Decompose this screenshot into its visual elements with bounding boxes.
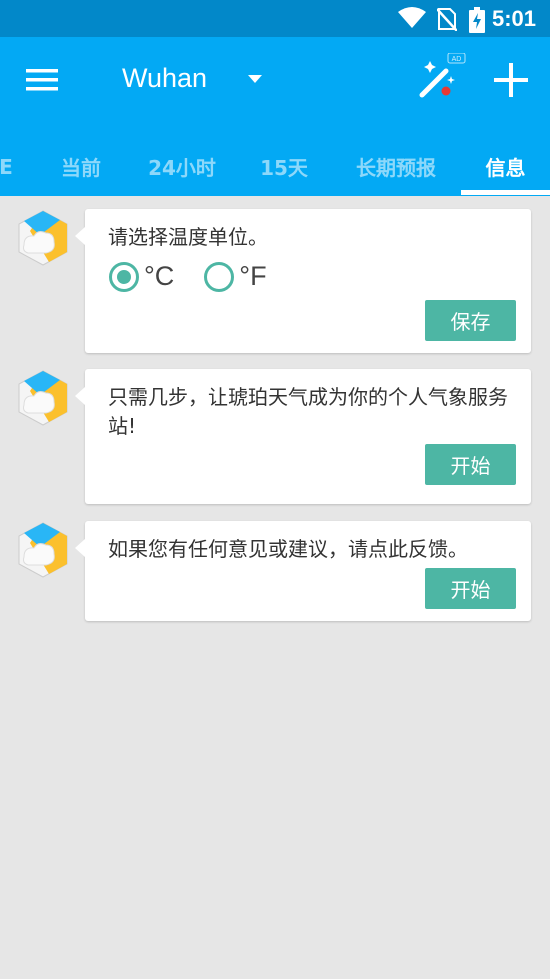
- celsius-option[interactable]: °C: [109, 261, 174, 292]
- tab-15-days[interactable]: 15天: [250, 137, 318, 196]
- tab-long-term[interactable]: 长期预报: [344, 137, 448, 196]
- status-bar: 5:01: [0, 0, 550, 37]
- battery-charging-icon: [469, 7, 485, 33]
- wifi-icon: [398, 7, 426, 28]
- save-button[interactable]: 保存: [425, 300, 516, 341]
- message-text: 只需几步，让琥珀天气成为你的个人气象服务站!: [108, 385, 508, 438]
- city-title[interactable]: Wuhan: [122, 63, 207, 94]
- fahrenheit-radio[interactable]: [204, 261, 235, 292]
- tab-bar: E 当前 24小时 15天 长期预报 信息: [0, 137, 550, 196]
- clock: 5:01: [491, 6, 536, 31]
- tab-partial[interactable]: E: [0, 137, 20, 196]
- magic-wand-icon[interactable]: AD: [418, 53, 468, 99]
- tab-24-hours[interactable]: 24小时: [138, 137, 226, 196]
- message-text: 如果您有任何意见或建议，请点此反馈。: [108, 537, 468, 561]
- tab-indicator: [461, 190, 550, 195]
- message-bubble: 请选择温度单位。 °C °F 保存: [75, 209, 531, 353]
- celsius-label: °C: [144, 261, 175, 291]
- feedback-button[interactable]: 开始: [425, 568, 516, 609]
- tab-info[interactable]: 信息: [461, 137, 550, 196]
- message-bubble: 只需几步，让琥珀天气成为你的个人气象服务站! 开始: [75, 369, 531, 504]
- no-sim-icon: [437, 8, 457, 31]
- add-icon[interactable]: [494, 63, 528, 97]
- app-bar: Wuhan AD E 当前 24小时 15天 长期预报 信息: [0, 37, 550, 196]
- unit-radio-group: °C °F: [109, 261, 297, 292]
- celsius-radio[interactable]: [109, 261, 139, 292]
- tab-current[interactable]: 当前: [48, 137, 114, 196]
- weather-app-avatar-icon: [18, 210, 68, 266]
- hamburger-menu-icon[interactable]: [26, 67, 58, 93]
- start-setup-button[interactable]: 开始: [425, 444, 516, 485]
- ad-badge: AD: [452, 56, 462, 63]
- fahrenheit-label: °F: [239, 261, 267, 291]
- weather-app-avatar-icon: [18, 370, 68, 426]
- message-bubble: 如果您有任何意见或建议，请点此反馈。 开始: [75, 521, 531, 621]
- message-text: 请选择温度单位。: [108, 225, 268, 249]
- caret-down-icon[interactable]: [246, 73, 264, 85]
- fahrenheit-option[interactable]: °F: [204, 261, 267, 292]
- weather-app-avatar-icon: [18, 522, 68, 578]
